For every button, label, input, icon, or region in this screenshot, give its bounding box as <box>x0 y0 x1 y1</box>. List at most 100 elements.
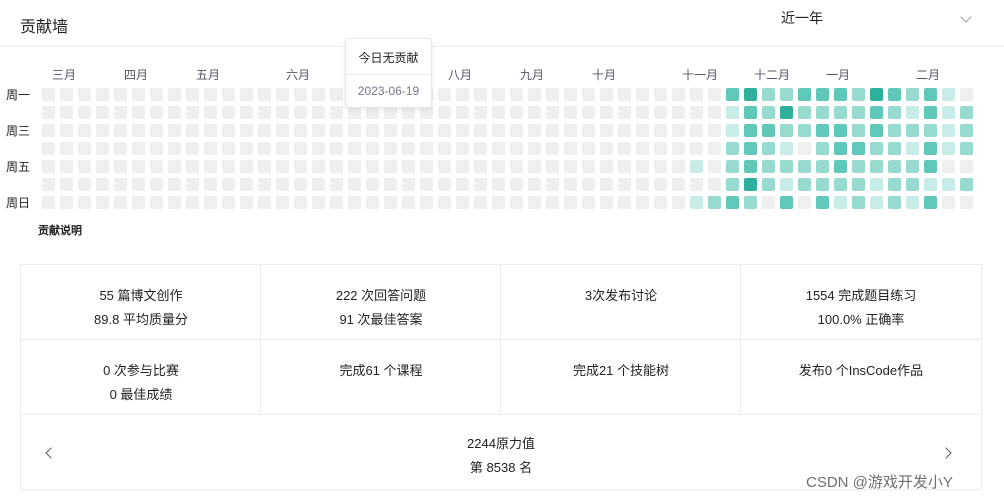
contribution-cell[interactable] <box>654 106 667 119</box>
contribution-cell[interactable] <box>186 124 199 137</box>
contribution-cell[interactable] <box>834 124 847 137</box>
contribution-cell[interactable] <box>312 88 325 101</box>
contribution-cell[interactable] <box>96 160 109 173</box>
contribution-cell[interactable] <box>672 196 685 209</box>
contribution-cell[interactable] <box>564 124 577 137</box>
contribution-cell[interactable] <box>546 142 559 155</box>
contribution-cell[interactable] <box>60 124 73 137</box>
contribution-cell[interactable] <box>744 160 757 173</box>
contribution-cell[interactable] <box>312 160 325 173</box>
contribution-cell[interactable] <box>456 160 469 173</box>
contribution-cell[interactable] <box>312 178 325 191</box>
contribution-cell[interactable] <box>132 124 145 137</box>
stat-blog[interactable]: 55 篇博文创作 89.8 平均质量分 <box>21 265 261 340</box>
contribution-cell[interactable] <box>942 196 955 209</box>
contribution-cell[interactable] <box>888 88 901 101</box>
contribution-cell[interactable] <box>186 178 199 191</box>
contribution-cell[interactable] <box>546 124 559 137</box>
year-filter-select[interactable]: 近一年 <box>770 4 984 30</box>
contribution-cell[interactable] <box>636 142 649 155</box>
contribution-cell[interactable] <box>78 142 91 155</box>
contribution-cell[interactable] <box>294 88 307 101</box>
contribution-cell[interactable] <box>240 196 253 209</box>
contribution-cell[interactable] <box>384 124 397 137</box>
contribution-cell[interactable] <box>690 142 703 155</box>
contribution-cell[interactable] <box>276 196 289 209</box>
contribution-cell[interactable] <box>888 142 901 155</box>
contribution-cell[interactable] <box>114 106 127 119</box>
contribution-cell[interactable] <box>942 106 955 119</box>
contribution-cell[interactable] <box>258 196 271 209</box>
contribution-cell[interactable] <box>834 88 847 101</box>
contribution-cell[interactable] <box>618 160 631 173</box>
contribution-cell[interactable] <box>600 160 613 173</box>
contribution-cell[interactable] <box>888 106 901 119</box>
stat-skill-trees[interactable]: 完成21 个技能树 <box>501 340 741 415</box>
contribution-cell[interactable] <box>96 178 109 191</box>
contribution-cell[interactable] <box>150 160 163 173</box>
contribution-cell[interactable] <box>366 178 379 191</box>
contribution-cell[interactable] <box>852 124 865 137</box>
contribution-cell[interactable] <box>618 196 631 209</box>
contribution-cell[interactable] <box>636 106 649 119</box>
contribution-cell[interactable] <box>96 124 109 137</box>
contribution-cell[interactable] <box>924 142 937 155</box>
contribution-cell[interactable] <box>780 196 793 209</box>
contribution-cell[interactable] <box>654 142 667 155</box>
contribution-cell[interactable] <box>654 124 667 137</box>
contribution-cell[interactable] <box>870 178 883 191</box>
contribution-cell[interactable] <box>276 160 289 173</box>
contribution-cell[interactable] <box>438 196 451 209</box>
contribution-cell[interactable] <box>816 160 829 173</box>
contribution-cell[interactable] <box>708 106 721 119</box>
contribution-cell[interactable] <box>708 88 721 101</box>
contribution-cell[interactable] <box>240 160 253 173</box>
contribution-cell[interactable] <box>348 178 361 191</box>
contribution-cell[interactable] <box>258 88 271 101</box>
contribution-cell[interactable] <box>132 196 145 209</box>
contribution-cell[interactable] <box>870 124 883 137</box>
contribution-cell[interactable] <box>870 196 883 209</box>
contribution-cell[interactable] <box>456 178 469 191</box>
contribution-cell[interactable] <box>150 196 163 209</box>
contribution-cell[interactable] <box>420 196 433 209</box>
contribution-cell[interactable] <box>960 196 973 209</box>
contribution-cell[interactable] <box>618 106 631 119</box>
contribution-cell[interactable] <box>78 160 91 173</box>
contribution-cell[interactable] <box>852 106 865 119</box>
contribution-cell[interactable] <box>60 106 73 119</box>
contribution-cell[interactable] <box>564 196 577 209</box>
contribution-cell[interactable] <box>168 160 181 173</box>
contribution-cell[interactable] <box>762 106 775 119</box>
contribution-cell[interactable] <box>114 196 127 209</box>
contribution-cell[interactable] <box>168 88 181 101</box>
contribution-cell[interactable] <box>600 142 613 155</box>
contribution-cell[interactable] <box>690 178 703 191</box>
contribution-cell[interactable] <box>312 142 325 155</box>
contribution-cell[interactable] <box>330 106 343 119</box>
contribution-cell[interactable] <box>258 106 271 119</box>
stat-contests[interactable]: 0 次参与比赛 0 最佳成绩 <box>21 340 261 415</box>
stat-answers[interactable]: 222 次回答问题 91 次最佳答案 <box>261 265 501 340</box>
contribution-cell[interactable] <box>582 142 595 155</box>
contribution-cell[interactable] <box>240 106 253 119</box>
contribution-cell[interactable] <box>870 88 883 101</box>
contribution-cell[interactable] <box>384 142 397 155</box>
contribution-cell[interactable] <box>870 160 883 173</box>
contribution-cell[interactable] <box>528 124 541 137</box>
contribution-cell[interactable] <box>456 88 469 101</box>
contribution-cell[interactable] <box>942 142 955 155</box>
contribution-cell[interactable] <box>510 106 523 119</box>
contribution-cell[interactable] <box>636 196 649 209</box>
contribution-cell[interactable] <box>186 196 199 209</box>
contribution-cell[interactable] <box>168 124 181 137</box>
contribution-cell[interactable] <box>582 106 595 119</box>
contribution-cell[interactable] <box>546 160 559 173</box>
contribution-cell[interactable] <box>60 88 73 101</box>
contribution-cell[interactable] <box>312 196 325 209</box>
contribution-cell[interactable] <box>402 124 415 137</box>
contribution-cell[interactable] <box>114 124 127 137</box>
contribution-cell[interactable] <box>456 124 469 137</box>
contribution-cell[interactable] <box>582 196 595 209</box>
contribution-cell[interactable] <box>438 142 451 155</box>
